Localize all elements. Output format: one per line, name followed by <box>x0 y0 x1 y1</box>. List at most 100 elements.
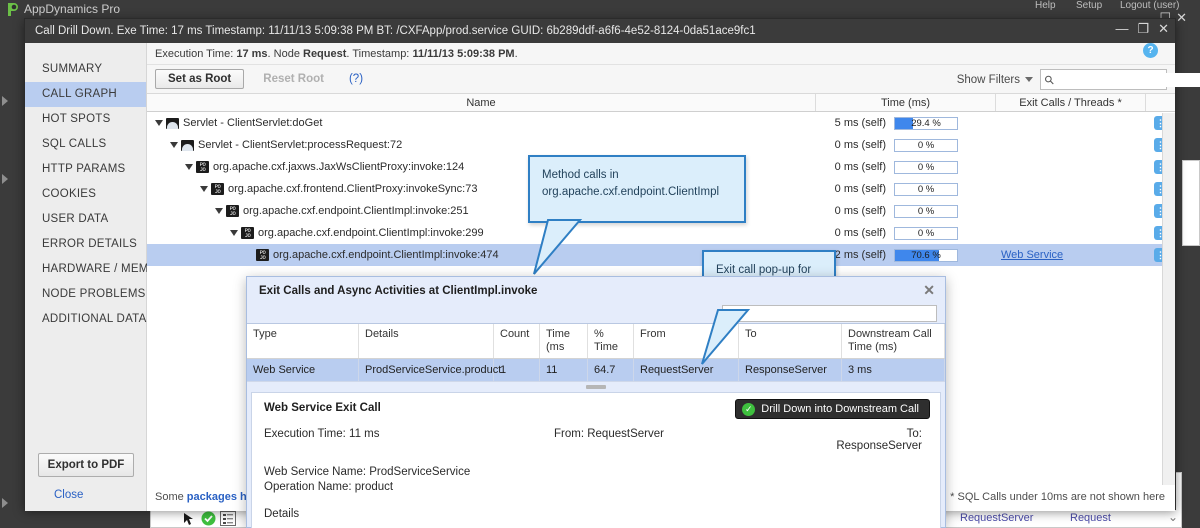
call-graph-time-cell: 0 ms (self) 0 % <box>816 204 996 218</box>
sidebar-item-sql-calls[interactable]: SQL CALLS <box>25 132 146 157</box>
self-time-value: 0 ms (self) <box>834 161 886 173</box>
sidebar-item-http-params[interactable]: HTTP PARAMS <box>25 157 146 182</box>
expand-collapse-triangle-icon[interactable] <box>215 208 223 214</box>
set-as-root-button[interactable]: Set as Root <box>155 69 245 89</box>
exec-time-label: Execution Time: <box>155 48 237 60</box>
maximize-icon[interactable]: ❐ <box>1137 22 1149 36</box>
background-menu-setup[interactable]: Setup <box>1076 0 1102 11</box>
drill-down-button[interactable]: ✓ Drill Down into Downstream Call <box>735 399 930 419</box>
sidebar-item-error-details[interactable]: ERROR DETAILS <box>25 232 146 257</box>
list-icon[interactable] <box>220 511 236 528</box>
call-graph-row[interactable]: Servlet - ClientServlet:processRequest:7… <box>147 134 1175 156</box>
exit-call-link[interactable]: Web Service <box>1001 249 1063 261</box>
exit-col-type[interactable]: Type <box>247 324 359 358</box>
call-graph-row[interactable]: Servlet - ClientServlet:doGet 5 ms (self)… <box>147 112 1175 134</box>
sidebar-item-hardware-mem[interactable]: HARDWARE / MEM <box>25 257 148 282</box>
dialog-close-icon[interactable]: ✕ <box>923 283 935 297</box>
detail-to-value: ResponseServer <box>836 440 922 452</box>
background-expander-arrow-2[interactable] <box>2 174 8 184</box>
self-time-value: 5 ms (self) <box>834 117 886 129</box>
call-graph-row[interactable]: PO JO org.apache.cxf.endpoint.ClientImpl:i… <box>147 222 1175 244</box>
call-graph-row-label: org.apache.cxf.frontend.ClientProxy:invo… <box>228 183 478 195</box>
minimize-icon[interactable]: — <box>1115 22 1128 36</box>
window-title-text: Call Drill Down. Exe Time: 17 ms Timesta… <box>35 25 756 37</box>
packages-footnote-prefix: Some <box>155 491 187 503</box>
dialog-search-input[interactable] <box>722 305 937 322</box>
expand-collapse-triangle-icon[interactable] <box>170 142 178 148</box>
exit-col-details[interactable]: Details <box>359 324 494 358</box>
cell-details: ProdServiceService.product <box>359 359 501 381</box>
close-link[interactable]: Close <box>54 489 147 501</box>
exit-col-count[interactable]: Count <box>494 324 540 358</box>
detail-exec-time: Execution Time: 11 ms <box>264 428 554 452</box>
detail-to: To: ResponseServer <box>824 428 928 452</box>
drill-down-icon: ✓ <box>742 402 756 416</box>
search-input[interactable] <box>1053 72 1200 87</box>
timestamp-label: . Timestamp: <box>346 48 413 60</box>
time-percent-label: 70.6 % <box>911 249 941 261</box>
expand-collapse-triangle-icon[interactable] <box>200 186 208 192</box>
call-graph-toolbar: Set as Root Reset Root (?) Show Filters … <box>147 43 1200 94</box>
call-graph-row[interactable]: PO JO org.apache.cxf.endpoint.ClientImpl:i… <box>147 244 1175 266</box>
sidebar-footer: Export to PDF Close <box>25 453 147 511</box>
call-graph-time-cell: 0 ms (self) 0 % <box>816 160 996 174</box>
table-row[interactable]: Web Service ProdServiceService.product 1… <box>247 359 945 382</box>
help-question-link[interactable]: (?) <box>349 73 363 85</box>
show-filters-dropdown[interactable]: Show Filters <box>957 74 1033 86</box>
close-icon[interactable]: ✕ <box>1158 22 1169 36</box>
expand-collapse-triangle-icon[interactable] <box>185 164 193 170</box>
execution-info-line: Execution Time: 17 ms. Node Request. Tim… <box>147 43 1175 65</box>
dialog-title: Exit Calls and Async Activities at Clien… <box>259 285 538 297</box>
background-close-icon[interactable]: ✕ <box>1176 10 1192 25</box>
background-expander-arrow-3[interactable] <box>2 498 8 508</box>
call-graph-name-cell: Servlet - ClientServlet:processRequest:7… <box>147 139 816 151</box>
export-to-pdf-button[interactable]: Export to PDF <box>38 453 134 477</box>
exit-col-time[interactable]: Time (ms <box>540 324 588 358</box>
content-scrollbar[interactable] <box>1162 113 1175 485</box>
window-controls[interactable]: — ❐ ✕ <box>1115 22 1169 36</box>
time-percent-label: 29.4 % <box>911 117 941 129</box>
exit-col-from[interactable]: From <box>634 324 739 358</box>
detail-web-service-name: Web Service Name: ProdServiceService <box>264 466 471 478</box>
detail-summary-row: Execution Time: 11 ms From: RequestServe… <box>264 428 928 452</box>
background-expander-arrow-1[interactable] <box>2 96 8 106</box>
detail-details-label: Details <box>264 508 300 520</box>
callout-method-calls-line2: org.apache.cxf.endpoint.ClientImpl <box>542 186 720 198</box>
column-header-exit-calls[interactable]: Exit Calls / Threads * <box>996 94 1146 111</box>
sidebar-item-hot-spots[interactable]: HOT SPOTS <box>25 107 146 132</box>
sidebar-item-additional-data[interactable]: ADDITIONAL DATA <box>25 307 146 332</box>
time-percent-label: 0 % <box>917 183 935 195</box>
show-filters-label: Show Filters <box>956 73 1020 86</box>
sidebar-item-user-data[interactable]: USER DATA <box>25 207 146 232</box>
reset-root-button: Reset Root <box>250 69 337 89</box>
sql-calls-footnote: * SQL Calls under 10ms are not shown her… <box>950 491 1165 503</box>
sidebar-nav: SUMMARY CALL GRAPH HOT SPOTS SQL CALLS H… <box>25 43 148 511</box>
help-icon[interactable]: ? <box>1143 43 1158 58</box>
exit-col-downstream[interactable]: Downstream Call Time (ms) <box>842 324 945 358</box>
column-header-name[interactable]: Name <box>147 94 816 111</box>
exit-col-to[interactable]: To <box>739 324 842 358</box>
chevron-down-icon <box>1025 76 1033 82</box>
background-menu-help[interactable]: Help <box>1035 0 1056 11</box>
method-icon: PO JO <box>256 249 269 261</box>
sidebar-item-call-graph[interactable]: CALL GRAPH <box>25 82 146 107</box>
chevron-down-icon[interactable]: ⌄ <box>1168 510 1178 524</box>
search-box[interactable]: ⚲ <box>1040 69 1200 90</box>
expand-collapse-triangle-icon[interactable] <box>155 120 163 126</box>
call-graph-time-cell: 0 ms (self) 0 % <box>816 138 996 152</box>
time-percent-bar: 0 % <box>894 226 958 240</box>
sidebar-item-node-problems[interactable]: NODE PROBLEMS <box>25 282 146 307</box>
dialog-splitter-handle[interactable] <box>247 382 945 392</box>
sidebar-item-summary[interactable]: SUMMARY <box>25 57 146 82</box>
exit-col-pct-time[interactable]: % Time <box>588 324 634 358</box>
column-header-time[interactable]: Time (ms) <box>816 94 996 111</box>
time-percent-label: 0 % <box>917 161 935 173</box>
cell-downstream: 3 ms <box>842 359 945 381</box>
info-suffix: . <box>514 48 518 60</box>
exec-time-value: 17 ms <box>236 48 268 60</box>
call-graph-row-label: org.apache.cxf.endpoint.ClientImpl:invok… <box>273 249 499 261</box>
sidebar-item-cookies[interactable]: COOKIES <box>25 182 146 207</box>
toolbar-right-group: Show Filters ⚲ ? <box>957 43 1200 90</box>
expand-collapse-triangle-icon[interactable] <box>230 230 238 236</box>
detail-operation-name: Operation Name: product <box>264 481 394 493</box>
